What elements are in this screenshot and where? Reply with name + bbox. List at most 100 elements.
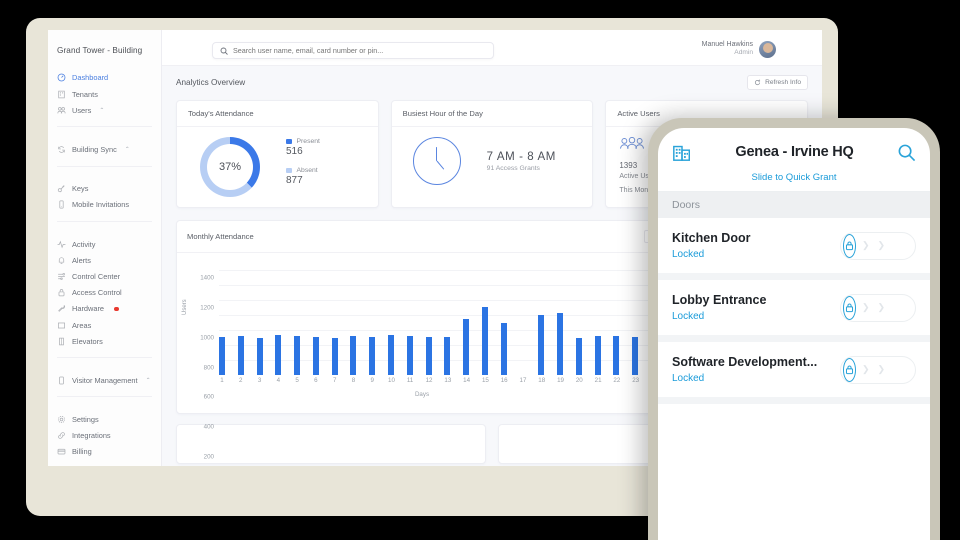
lock-icon[interactable] — [843, 295, 856, 320]
search-input[interactable] — [233, 46, 486, 55]
chart-bar[interactable] — [331, 338, 338, 375]
door-info: Software Development... Locked — [672, 355, 817, 384]
chart-bar[interactable] — [275, 334, 282, 375]
slide-to-quick-grant[interactable]: Slide to Quick Grant — [658, 172, 930, 192]
chart-bar[interactable] — [613, 336, 620, 375]
search-icon[interactable] — [897, 143, 916, 162]
clock-icon — [412, 137, 461, 185]
attendance-donut-chart: 37% — [200, 137, 260, 197]
search-icon — [220, 47, 228, 55]
refresh-label: Refresh Info — [765, 79, 801, 86]
chart-bar[interactable] — [575, 338, 582, 375]
sliders-icon — [58, 272, 65, 280]
avatar[interactable] — [759, 40, 776, 58]
chart-bar[interactable] — [237, 335, 244, 375]
screenshot-root: Grand Tower - Building Dashboard Tenants U… — [0, 0, 960, 540]
door-list-item[interactable]: Software Development... Locked ❯ ❯ — [658, 342, 930, 404]
attendance-percent: 37% — [218, 161, 242, 173]
sidebar-item-label: Activity — [72, 239, 96, 249]
chart-bar[interactable] — [294, 336, 301, 375]
chart-bar[interactable] — [463, 319, 470, 375]
chart-bar[interactable] — [256, 338, 263, 375]
refresh-icon — [755, 79, 761, 86]
chart-bar[interactable] — [594, 336, 601, 375]
sidebar-item-elevators[interactable]: Elevators — [48, 333, 161, 349]
door-unlock-slider[interactable]: ❯ ❯ — [840, 231, 916, 260]
chart-bar[interactable] — [369, 336, 376, 375]
door-info: Kitchen Door Locked — [672, 231, 750, 260]
sidebar-item-visitor-management[interactable]: Visitor Management ⌃ — [48, 372, 161, 388]
card-monthly-attendance: Monthly Attendance ❮ Users 2004006008001… — [176, 220, 668, 461]
sidebar-nav: Dashboard Tenants Users ⌃ Building Sync ⌃ Keys… — [48, 70, 161, 460]
building-icon[interactable] — [672, 142, 692, 162]
sidebar-item-billing[interactable]: Billing — [48, 444, 161, 460]
legend-label-absent: Absent — [296, 167, 318, 174]
door-list-item[interactable]: Lobby Entrance Locked ❯ ❯ — [658, 280, 930, 342]
sidebar-item-hardware[interactable]: Hardware — [48, 301, 161, 317]
x-tick-label: 18 — [538, 377, 546, 384]
user-name-block: Manuel Hawkins Admin — [702, 40, 753, 58]
chart-bar[interactable] — [219, 336, 225, 375]
chart-bar[interactable] — [312, 337, 319, 375]
chart-bar[interactable] — [425, 336, 432, 375]
y-tick-label: 1200 — [200, 304, 214, 312]
sidebar-group: Building Sync ⌃ — [48, 141, 161, 157]
sidebar-group: Activity Alerts Control Center Access Contr… — [48, 236, 161, 349]
x-tick-label: 23 — [632, 377, 640, 384]
chart-bar[interactable] — [500, 323, 507, 375]
users-icon — [57, 106, 66, 114]
sidebar-item-users[interactable]: Users ⌃ — [48, 102, 161, 118]
sidebar-item-label: Control Center — [72, 271, 121, 281]
chart-bar[interactable] — [481, 306, 488, 375]
sidebar-item-activity[interactable]: Activity — [48, 236, 161, 252]
chart-xticks: 123456789101112131415161718192021222324 — [219, 377, 658, 384]
sidebar-item-control-center[interactable]: Control Center — [48, 268, 161, 284]
sidebar-item-building-sync[interactable]: Building Sync ⌃ — [48, 141, 161, 157]
chevron-up-icon: ⌃ — [124, 147, 130, 153]
chart-bar[interactable] — [388, 334, 395, 375]
user-menu[interactable]: Manuel Hawkins Admin — [702, 40, 776, 58]
x-tick-label: 2 — [239, 377, 243, 384]
legend-item-present: Present 516 — [286, 138, 320, 157]
chart-bar[interactable] — [350, 335, 357, 375]
sidebar-item-access-control[interactable]: Access Control — [48, 285, 161, 301]
chart-bar[interactable] — [538, 315, 545, 375]
lock-icon[interactable] — [843, 357, 856, 382]
lock-icon[interactable] — [843, 233, 856, 258]
refresh-info-button[interactable]: Refresh Info — [747, 75, 808, 90]
topbar: Manuel Hawkins Admin — [162, 30, 822, 66]
chart-plot-area: Users 200 400 600 800 1000 1200 1400 123456789… — [177, 253, 667, 461]
sidebar-item-settings[interactable]: Settings — [48, 411, 161, 427]
sidebar-item-mobile-invitations[interactable]: Mobile Invitations — [48, 197, 161, 213]
sidebar-item-label: Mobile Invitations — [72, 200, 130, 210]
sidebar-item-integrations[interactable]: Integrations — [48, 428, 161, 444]
sidebar-item-keys[interactable]: Keys — [48, 181, 161, 197]
attendance-card-body: 37% Present 516 Absent 877 — [177, 127, 378, 207]
chart-bar[interactable] — [406, 336, 413, 375]
x-tick-label: 17 — [519, 377, 527, 384]
phone-screen: Genea - Irvine HQ Slide to Quick Grant D… — [658, 128, 930, 540]
y-tick-label: 1400 — [200, 274, 214, 282]
sidebar-group: Keys Mobile Invitations — [48, 181, 161, 213]
x-tick-label: 13 — [444, 377, 452, 384]
chart-bar[interactable] — [557, 313, 564, 375]
door-list-item[interactable]: Kitchen Door Locked ❯ ❯ — [658, 218, 930, 280]
x-tick-label: 3 — [257, 377, 262, 384]
sidebar-item-label: Dashboard — [72, 73, 109, 83]
sidebar-item-tenants[interactable]: Tenants — [48, 86, 161, 102]
x-tick-label: 1 — [220, 377, 224, 384]
sidebar-group: Settings Integrations Billing — [48, 411, 161, 460]
chart-bar[interactable] — [444, 336, 451, 375]
sidebar-item-areas[interactable]: Areas — [48, 317, 161, 333]
search-box[interactable] — [212, 42, 494, 59]
door-unlock-slider[interactable]: ❯ ❯ — [840, 293, 916, 322]
sidebar-item-label: Alerts — [72, 255, 91, 265]
x-tick-label: 9 — [370, 377, 374, 384]
sidebar-item-dashboard[interactable]: Dashboard — [48, 70, 161, 86]
brand-title: Grand Tower - Building — [57, 46, 143, 55]
sidebar-item-alerts[interactable]: Alerts — [48, 252, 161, 268]
bottom-card-left — [176, 424, 486, 464]
building-icon — [58, 90, 65, 98]
door-unlock-slider[interactable]: ❯ ❯ — [840, 355, 916, 384]
chart-bar[interactable] — [632, 337, 639, 375]
